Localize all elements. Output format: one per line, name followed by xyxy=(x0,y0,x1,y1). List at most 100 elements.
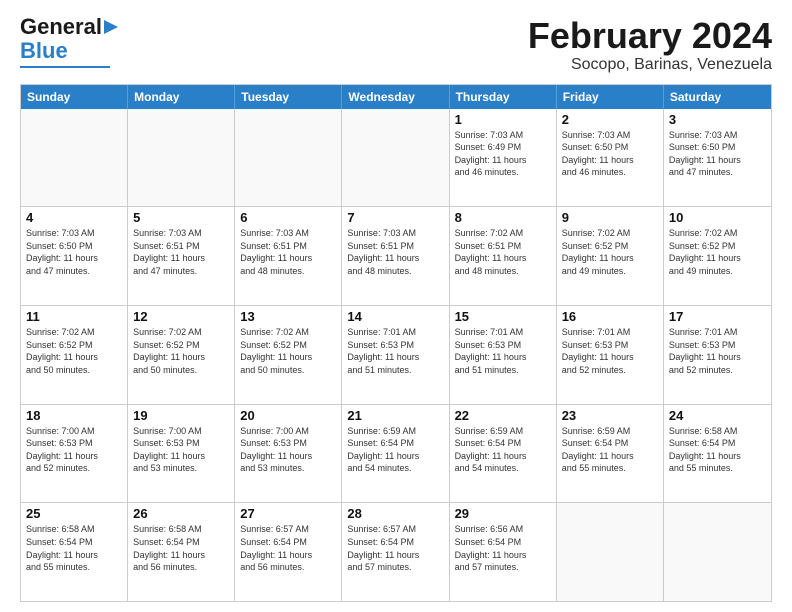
cell-info: Sunrise: 7:02 AM Sunset: 6:52 PM Dayligh… xyxy=(669,227,766,277)
calendar-cell xyxy=(557,503,664,601)
day-number: 1 xyxy=(455,112,551,127)
calendar-cell: 23 Sunrise: 6:59 AM Sunset: 6:54 PM Dayli… xyxy=(557,405,664,503)
day-number: 23 xyxy=(562,408,658,423)
cell-info: Sunrise: 6:57 AM Sunset: 6:54 PM Dayligh… xyxy=(347,523,443,573)
calendar-subtitle: Socopo, Barinas, Venezuela xyxy=(528,56,772,74)
calendar-cell: 1 Sunrise: 7:03 AM Sunset: 6:49 PM Daylig… xyxy=(450,109,557,207)
calendar-week-4: 18 Sunrise: 7:00 AM Sunset: 6:53 PM Dayli… xyxy=(21,405,771,504)
cell-info: Sunrise: 6:58 AM Sunset: 6:54 PM Dayligh… xyxy=(26,523,122,573)
calendar-cell xyxy=(235,109,342,207)
calendar-cell: 3Sunrise: 7:03 AM Sunset: 6:50 PM Daylig… xyxy=(664,109,771,207)
day-number: 13 xyxy=(240,309,336,324)
calendar-cell: 8 Sunrise: 7:02 AM Sunset: 6:51 PM Daylig… xyxy=(450,207,557,305)
day-number: 27 xyxy=(240,506,336,521)
calendar-cell: 2 Sunrise: 7:03 AM Sunset: 6:50 PM Daylig… xyxy=(557,109,664,207)
logo-arrow-icon xyxy=(104,18,122,36)
calendar-body: 1 Sunrise: 7:03 AM Sunset: 6:49 PM Daylig… xyxy=(21,109,771,601)
day-number: 28 xyxy=(347,506,443,521)
cell-info: Sunrise: 7:03 AM Sunset: 6:51 PM Dayligh… xyxy=(240,227,336,277)
calendar-cell xyxy=(664,503,771,601)
cell-info: Sunrise: 7:02 AM Sunset: 6:52 PM Dayligh… xyxy=(562,227,658,277)
calendar-cell: 28 Sunrise: 6:57 AM Sunset: 6:54 PM Dayli… xyxy=(342,503,449,601)
cell-info: Sunrise: 6:58 AM Sunset: 6:54 PM Dayligh… xyxy=(669,425,766,475)
cell-info: Sunrise: 7:03 AM Sunset: 6:50 PM Dayligh… xyxy=(669,129,766,179)
cell-info: Sunrise: 7:00 AM Sunset: 6:53 PM Dayligh… xyxy=(240,425,336,475)
cell-info: Sunrise: 7:03 AM Sunset: 6:49 PM Dayligh… xyxy=(455,129,551,179)
day-number: 12 xyxy=(133,309,229,324)
day-number: 29 xyxy=(455,506,551,521)
day-number: 4 xyxy=(26,210,122,225)
day-number: 15 xyxy=(455,309,551,324)
calendar-cell: 11Sunrise: 7:02 AM Sunset: 6:52 PM Dayli… xyxy=(21,306,128,404)
cell-info: Sunrise: 7:02 AM Sunset: 6:52 PM Dayligh… xyxy=(26,326,122,376)
calendar-cell: 12 Sunrise: 7:02 AM Sunset: 6:52 PM Dayli… xyxy=(128,306,235,404)
header: General Blue February 2024 Socopo, Barin… xyxy=(20,16,772,74)
calendar-cell: 6Sunrise: 7:03 AM Sunset: 6:51 PM Daylig… xyxy=(235,207,342,305)
calendar-week-2: 4 Sunrise: 7:03 AM Sunset: 6:50 PM Daylig… xyxy=(21,207,771,306)
day-number: 25 xyxy=(26,506,122,521)
day-number: 16 xyxy=(562,309,658,324)
day-number: 18 xyxy=(26,408,122,423)
calendar-cell: 9Sunrise: 7:02 AM Sunset: 6:52 PM Daylig… xyxy=(557,207,664,305)
day-number: 26 xyxy=(133,506,229,521)
cell-info: Sunrise: 7:00 AM Sunset: 6:53 PM Dayligh… xyxy=(133,425,229,475)
calendar-cell: 4 Sunrise: 7:03 AM Sunset: 6:50 PM Daylig… xyxy=(21,207,128,305)
logo: General Blue xyxy=(20,16,122,68)
calendar-cell: 25 Sunrise: 6:58 AM Sunset: 6:54 PM Dayli… xyxy=(21,503,128,601)
header-monday: Monday xyxy=(128,85,235,109)
day-number: 17 xyxy=(669,309,766,324)
day-number: 14 xyxy=(347,309,443,324)
cell-info: Sunrise: 7:03 AM Sunset: 6:50 PM Dayligh… xyxy=(26,227,122,277)
calendar-cell: 22 Sunrise: 6:59 AM Sunset: 6:54 PM Dayli… xyxy=(450,405,557,503)
cell-info: Sunrise: 7:00 AM Sunset: 6:53 PM Dayligh… xyxy=(26,425,122,475)
calendar-cell: 15 Sunrise: 7:01 AM Sunset: 6:53 PM Dayli… xyxy=(450,306,557,404)
day-number: 7 xyxy=(347,210,443,225)
cell-info: Sunrise: 7:01 AM Sunset: 6:53 PM Dayligh… xyxy=(347,326,443,376)
calendar-cell: 29 Sunrise: 6:56 AM Sunset: 6:54 PM Dayli… xyxy=(450,503,557,601)
calendar-cell: 24 Sunrise: 6:58 AM Sunset: 6:54 PM Dayli… xyxy=(664,405,771,503)
calendar-cell: 18 Sunrise: 7:00 AM Sunset: 6:53 PM Dayli… xyxy=(21,405,128,503)
day-number: 5 xyxy=(133,210,229,225)
day-number: 20 xyxy=(240,408,336,423)
logo-general: General xyxy=(20,16,102,38)
cell-info: Sunrise: 7:02 AM Sunset: 6:51 PM Dayligh… xyxy=(455,227,551,277)
calendar-cell: 10Sunrise: 7:02 AM Sunset: 6:52 PM Dayli… xyxy=(664,207,771,305)
calendar: Sunday Monday Tuesday Wednesday Thursday… xyxy=(20,84,772,602)
calendar-cell xyxy=(21,109,128,207)
calendar-title: February 2024 xyxy=(528,16,772,56)
day-number: 24 xyxy=(669,408,766,423)
logo-underline xyxy=(20,66,110,68)
day-number: 2 xyxy=(562,112,658,127)
calendar-cell xyxy=(342,109,449,207)
page: General Blue February 2024 Socopo, Barin… xyxy=(0,0,792,612)
cell-info: Sunrise: 6:59 AM Sunset: 6:54 PM Dayligh… xyxy=(455,425,551,475)
calendar-cell: 21Sunrise: 6:59 AM Sunset: 6:54 PM Dayli… xyxy=(342,405,449,503)
calendar-cell: 19 Sunrise: 7:00 AM Sunset: 6:53 PM Dayli… xyxy=(128,405,235,503)
day-number: 21 xyxy=(347,408,443,423)
cell-info: Sunrise: 6:58 AM Sunset: 6:54 PM Dayligh… xyxy=(133,523,229,573)
cell-info: Sunrise: 7:03 AM Sunset: 6:51 PM Dayligh… xyxy=(347,227,443,277)
calendar-header: Sunday Monday Tuesday Wednesday Thursday… xyxy=(21,85,771,109)
day-number: 22 xyxy=(455,408,551,423)
header-sunday: Sunday xyxy=(21,85,128,109)
cell-info: Sunrise: 6:59 AM Sunset: 6:54 PM Dayligh… xyxy=(562,425,658,475)
cell-info: Sunrise: 7:01 AM Sunset: 6:53 PM Dayligh… xyxy=(669,326,766,376)
calendar-week-3: 11Sunrise: 7:02 AM Sunset: 6:52 PM Dayli… xyxy=(21,306,771,405)
calendar-cell: 20 Sunrise: 7:00 AM Sunset: 6:53 PM Dayli… xyxy=(235,405,342,503)
cell-info: Sunrise: 7:02 AM Sunset: 6:52 PM Dayligh… xyxy=(133,326,229,376)
day-number: 8 xyxy=(455,210,551,225)
day-number: 19 xyxy=(133,408,229,423)
cell-info: Sunrise: 7:03 AM Sunset: 6:51 PM Dayligh… xyxy=(133,227,229,277)
cell-info: Sunrise: 7:01 AM Sunset: 6:53 PM Dayligh… xyxy=(455,326,551,376)
header-tuesday: Tuesday xyxy=(235,85,342,109)
calendar-cell xyxy=(128,109,235,207)
header-wednesday: Wednesday xyxy=(342,85,449,109)
cell-info: Sunrise: 7:01 AM Sunset: 6:53 PM Dayligh… xyxy=(562,326,658,376)
cell-info: Sunrise: 7:03 AM Sunset: 6:50 PM Dayligh… xyxy=(562,129,658,179)
header-saturday: Saturday xyxy=(664,85,771,109)
logo-blue: Blue xyxy=(20,38,68,64)
cell-info: Sunrise: 6:57 AM Sunset: 6:54 PM Dayligh… xyxy=(240,523,336,573)
header-thursday: Thursday xyxy=(450,85,557,109)
cell-info: Sunrise: 7:02 AM Sunset: 6:52 PM Dayligh… xyxy=(240,326,336,376)
cell-info: Sunrise: 6:56 AM Sunset: 6:54 PM Dayligh… xyxy=(455,523,551,573)
